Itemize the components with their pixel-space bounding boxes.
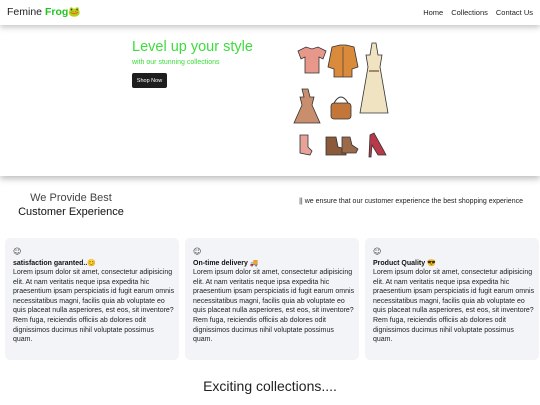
nav-link-contact-us[interactable]: Contact Us	[496, 8, 533, 17]
brand-prefix: Femine	[7, 6, 43, 18]
clothing-collage-icon	[293, 42, 389, 158]
feature-card-quality: ☺ Product Quality 😎 Lorem ipsum dolor si…	[365, 238, 539, 360]
provide-heading: We Provide Best Customer Experience	[16, 192, 126, 218]
feature-card-satisfaction: ☺ satisfaction garanted..😊 Lorem ipsum d…	[5, 238, 179, 360]
nav-link-home[interactable]: Home	[423, 8, 443, 17]
provide-heading-line2: Customer Experience	[18, 206, 124, 218]
card-title: On-time delivery 🚚	[193, 260, 259, 267]
provide-note: || we ensure that our customer experienc…	[299, 198, 523, 205]
smiley-icon: ☺	[193, 247, 202, 256]
long-dress-icon	[359, 42, 389, 114]
brand-highlight: Frog	[44, 6, 69, 18]
hero-subtitle: with our stunning collections	[132, 59, 220, 66]
jacket-icon	[327, 44, 359, 78]
card-body: Lorem ipsum dolor sit amet, consectetur …	[373, 269, 535, 344]
provide-heading-line1: We Provide Best	[30, 192, 112, 204]
short-dress-icon	[293, 88, 321, 124]
tshirt-icon	[297, 46, 327, 74]
nav-links: Home Collections Contact Us	[423, 8, 533, 17]
heels-icon	[368, 132, 387, 158]
collections-heading: Exciting collections....	[203, 378, 337, 394]
brand-logo[interactable]: Femine Frog🐸	[7, 6, 81, 18]
card-body: Lorem ipsum dolor sit amet, consectetur …	[193, 269, 355, 344]
hero-section: Level up your style with our stunning co…	[0, 25, 540, 176]
card-body: Lorem ipsum dolor sit amet, consectetur …	[13, 269, 175, 344]
frog-icon: 🐸	[68, 7, 81, 18]
socks-icon	[299, 134, 313, 156]
smiley-icon: ☺	[13, 247, 22, 256]
shop-now-button[interactable]: Shop Now	[132, 73, 167, 88]
feature-card-delivery: ☺ On-time delivery 🚚 Lorem ipsum dolor s…	[185, 238, 359, 360]
handbag-icon	[330, 96, 352, 120]
smiley-icon: ☺	[373, 247, 382, 256]
navbar: Femine Frog🐸 Home Collections Contact Us	[0, 0, 540, 25]
card-title: satisfaction garanted..😊	[13, 260, 97, 267]
nav-link-collections[interactable]: Collections	[451, 8, 488, 17]
hero-title: Level up your style	[132, 39, 253, 55]
card-title: Product Quality 😎	[373, 260, 436, 267]
boots-icon	[325, 136, 359, 156]
